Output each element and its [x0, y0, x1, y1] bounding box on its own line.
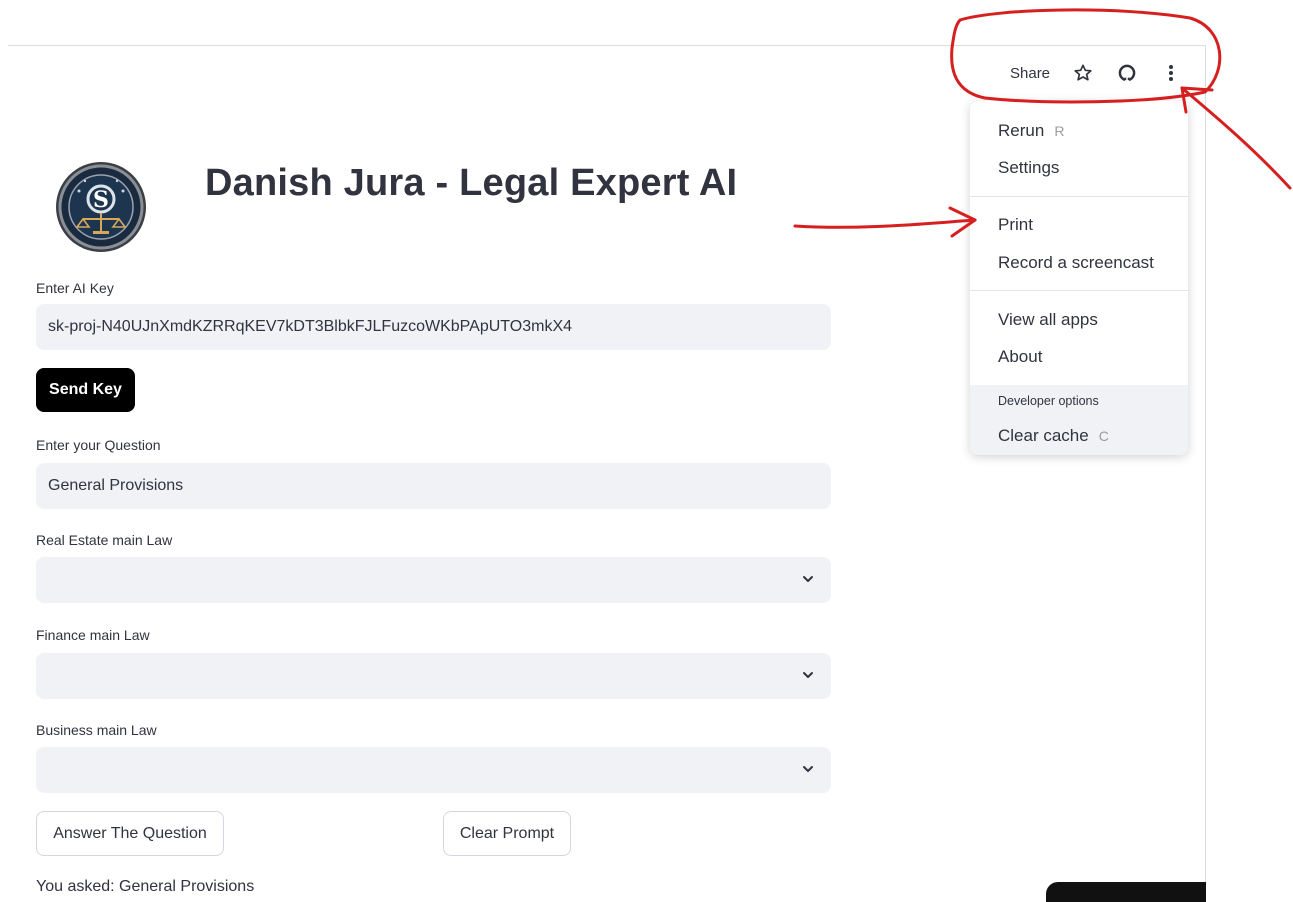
shortcut-c: C — [1098, 428, 1109, 444]
business-law-select[interactable] — [36, 747, 831, 793]
chevron-down-icon — [803, 766, 813, 772]
question-label: Enter your Question — [36, 437, 161, 453]
app-frame-right-border — [1205, 45, 1206, 888]
finance-law-select[interactable] — [36, 653, 831, 699]
share-button[interactable]: Share — [1010, 65, 1050, 82]
business-law-label: Business main Law — [36, 722, 157, 738]
page-title: Danish Jura - Legal Expert AI — [205, 162, 738, 204]
legal-scales-logo: S — [55, 161, 147, 253]
svg-text:S: S — [93, 187, 109, 213]
clear-prompt-button[interactable]: Clear Prompt — [443, 811, 571, 856]
app-frame-top-border — [8, 45, 1206, 46]
menu-item-rerun[interactable]: Rerun R — [998, 121, 1064, 141]
question-input[interactable] — [36, 463, 831, 509]
real-estate-law-label: Real Estate main Law — [36, 532, 173, 548]
menu-item-settings[interactable]: Settings — [998, 158, 1059, 178]
menu-item-about[interactable]: About — [998, 347, 1042, 367]
real-estate-law-select[interactable] — [36, 557, 831, 603]
github-icon[interactable] — [1116, 62, 1138, 84]
kebab-menu-icon[interactable] — [1160, 62, 1182, 84]
chevron-down-icon — [803, 672, 813, 678]
ai-key-input[interactable] — [36, 304, 831, 350]
chevron-down-icon — [803, 576, 813, 582]
annotation-arrow-to-menu — [1180, 86, 1292, 190]
annotation-arrow-to-print — [793, 218, 977, 229]
annotation-circle — [950, 8, 1222, 104]
menu-item-clear-cache[interactable]: Clear cache C — [998, 426, 1109, 446]
answer-question-button[interactable]: Answer The Question — [36, 811, 224, 856]
asked-question-text: You asked: General Provisions — [36, 878, 255, 895]
ai-key-label: Enter AI Key — [36, 280, 114, 296]
menu-item-print[interactable]: Print — [998, 215, 1033, 235]
star-icon[interactable] — [1072, 62, 1094, 84]
menu-item-record-screencast[interactable]: Record a screencast — [998, 253, 1154, 273]
menu-divider — [970, 290, 1188, 291]
shortcut-r: R — [1054, 123, 1065, 139]
menu-divider — [970, 196, 1188, 197]
send-key-button[interactable]: Send Key — [36, 368, 135, 412]
finance-law-label: Finance main Law — [36, 627, 150, 643]
manage-app-bar[interactable] — [1046, 882, 1206, 902]
main-menu-dropdown: Rerun R Settings Print Record a screencas… — [970, 101, 1188, 455]
developer-options-label: Developer options — [998, 394, 1099, 408]
app-toolbar: Share — [1010, 60, 1182, 86]
menu-item-view-all-apps[interactable]: View all apps — [998, 310, 1098, 330]
